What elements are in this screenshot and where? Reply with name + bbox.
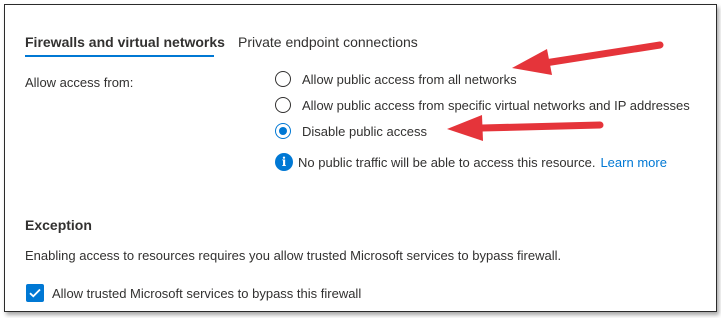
allow-access-label: Allow access from: bbox=[25, 75, 134, 90]
exception-description: Enabling access to resources requires yo… bbox=[25, 248, 562, 263]
checkbox-label: Allow trusted Microsoft services to bypa… bbox=[52, 285, 362, 301]
radio-button[interactable] bbox=[275, 97, 291, 113]
radio-dot bbox=[279, 127, 287, 135]
radio-allow-all-networks[interactable]: Allow public access from all networks bbox=[275, 71, 517, 87]
radio-button-selected[interactable] bbox=[275, 123, 291, 139]
exception-heading: Exception bbox=[25, 217, 92, 233]
radio-disable-public-access[interactable]: Disable public access bbox=[275, 123, 427, 139]
info-message: i No public traffic will be able to acce… bbox=[275, 153, 667, 171]
trusted-services-checkbox-row[interactable]: Allow trusted Microsoft services to bypa… bbox=[26, 284, 361, 302]
tab-firewalls-and-virtual-networks[interactable]: Firewalls and virtual networks bbox=[25, 34, 225, 50]
info-text: No public traffic will be able to access… bbox=[298, 154, 596, 170]
radio-button[interactable] bbox=[275, 71, 291, 87]
radio-label: Allow public access from specific virtua… bbox=[302, 97, 690, 113]
tab-private-endpoint-connections[interactable]: Private endpoint connections bbox=[238, 34, 418, 50]
radio-label: Disable public access bbox=[302, 123, 428, 139]
radio-allow-selected-networks[interactable]: Allow public access from specific virtua… bbox=[275, 97, 690, 113]
networking-panel: Firewalls and virtual networks Private e… bbox=[4, 4, 717, 312]
selected-tab-indicator bbox=[25, 55, 214, 57]
info-icon: i bbox=[275, 153, 293, 171]
radio-label: Allow public access from all networks bbox=[302, 71, 517, 87]
trusted-services-checkbox[interactable] bbox=[26, 284, 44, 302]
checkmark-icon bbox=[29, 288, 41, 298]
learn-more-link[interactable]: Learn more bbox=[600, 155, 666, 170]
